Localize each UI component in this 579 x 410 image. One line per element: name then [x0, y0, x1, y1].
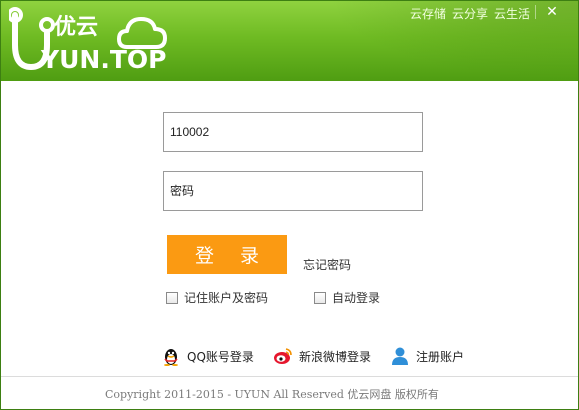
footer-bar: Copyright 2011-2015 - UYUN All Reserved … — [1, 376, 578, 409]
register-label: 注册账户 — [416, 349, 465, 364]
auto-login-checkbox[interactable]: 自动登录 — [314, 289, 380, 306]
password-input[interactable] — [163, 171, 423, 211]
user-icon — [392, 347, 408, 365]
logo-chinese-text: 优云 — [54, 15, 99, 40]
nav-link-cloud-storage[interactable]: 云存储 — [410, 5, 446, 22]
copyright-text: Copyright 2011-2015 - UYUN All Reserved … — [105, 388, 439, 401]
uyun-logo: 优云 YUN.TOP — [7, 7, 179, 74]
register-link[interactable]: 注册账户 — [390, 346, 464, 366]
auto-login-label: 自动登录 — [332, 291, 381, 305]
login-button[interactable]: 登 录 — [167, 235, 287, 274]
nav-link-cloud-life[interactable]: 云生活 — [494, 5, 530, 22]
qq-login-link[interactable]: QQ账号登录 — [161, 346, 254, 366]
qq-login-label: QQ账号登录 — [187, 349, 254, 364]
logo-text: YUN.TOP — [41, 45, 167, 74]
qq-penguin-icon — [164, 349, 178, 366]
remember-password-label: 记住账户及密码 — [184, 291, 269, 305]
header-banner: 优云 YUN.TOP 云存储 云分享 云生活 ✕ — [1, 1, 578, 81]
forgot-password-link[interactable]: 忘记密码 — [303, 256, 351, 273]
weibo-login-label: 新浪微博登录 — [299, 349, 372, 364]
login-window: 优云 YUN.TOP 云存储 云分享 云生活 ✕ 登 录 忘记密码 记住账户及密… — [0, 0, 579, 410]
title-separator — [535, 5, 536, 19]
weibo-icon — [274, 348, 292, 364]
nav-link-cloud-share[interactable]: 云分享 — [452, 5, 488, 22]
remember-password-checkbox[interactable]: 记住账户及密码 — [166, 289, 268, 306]
account-input[interactable] — [163, 112, 423, 152]
weibo-login-link[interactable]: 新浪微博登录 — [273, 346, 371, 366]
checkbox-box[interactable] — [166, 291, 178, 304]
checkbox-box[interactable] — [314, 291, 326, 304]
close-button[interactable]: ✕ — [542, 3, 562, 21]
top-nav-links: 云存储 云分享 云生活 — [410, 5, 530, 22]
